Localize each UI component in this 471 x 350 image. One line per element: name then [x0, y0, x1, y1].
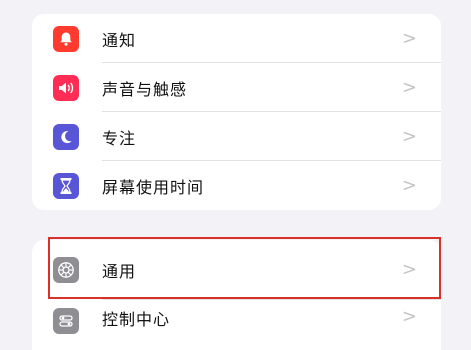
chevron-right-icon: > — [401, 27, 417, 49]
settings-row-screen-time[interactable]: 屏幕使用时间 > — [32, 161, 441, 210]
chevron-right-icon: > — [401, 259, 417, 280]
settings-row-label: 通用 — [102, 262, 137, 281]
hourglass-icon — [53, 172, 79, 199]
settings-group-notifications: 通知 > 声音与触感 > 专注 > 屏幕使用时间 > — [32, 14, 441, 210]
settings-row-sounds[interactable]: 声音与触感 > — [32, 63, 441, 112]
chevron-right-icon: > — [401, 306, 417, 327]
settings-row-control-center[interactable]: 控制中心 > — [32, 300, 441, 349]
settings-row-focus[interactable]: 专注 > — [32, 112, 441, 161]
settings-row-label: 专注 — [102, 128, 137, 148]
moon-icon — [53, 123, 79, 150]
gear-icon — [53, 257, 79, 283]
settings-row-label: 控制中心 — [102, 310, 171, 329]
settings-row-label: 屏幕使用时间 — [102, 177, 205, 197]
chevron-right-icon: > — [401, 125, 417, 147]
settings-row-general[interactable]: 通用 > — [32, 240, 441, 300]
chevron-right-icon: > — [401, 174, 417, 196]
control-center-icon — [53, 308, 79, 334]
settings-row-notifications[interactable]: 通知 > — [32, 14, 441, 63]
settings-row-label: 通知 — [102, 30, 137, 50]
speaker-icon — [53, 74, 79, 101]
settings-group-general: 通用 > 控制中心 > — [32, 240, 441, 350]
bell-icon — [53, 25, 79, 52]
settings-row-label: 声音与触感 — [102, 79, 188, 99]
chevron-right-icon: > — [401, 76, 417, 98]
